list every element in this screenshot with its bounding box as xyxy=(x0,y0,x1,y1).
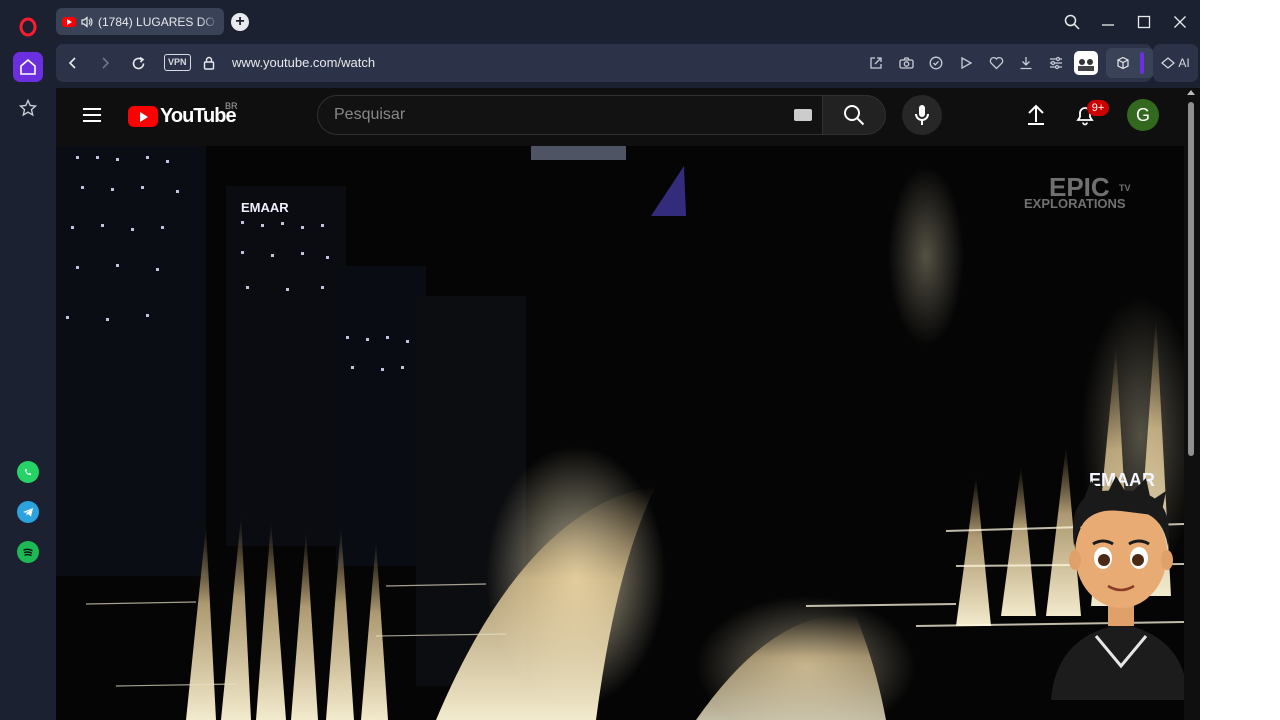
youtube-play-icon xyxy=(128,106,158,127)
aria-icon xyxy=(1161,57,1176,69)
tab-youtube[interactable]: (1784) LUGARES DO P xyxy=(56,8,224,35)
voice-search-button[interactable] xyxy=(902,95,942,135)
country-code: BR xyxy=(225,101,238,111)
address-bar: VPN www.youtube.com/watch xyxy=(56,44,1154,82)
opera-menu-icon[interactable] xyxy=(13,12,43,42)
spotify-icon[interactable] xyxy=(13,537,43,567)
youtube-favicon-icon xyxy=(62,16,76,27)
profile-extension-icon[interactable] xyxy=(1074,51,1098,75)
search-tabs-icon[interactable] xyxy=(1062,12,1082,32)
share-icon[interactable] xyxy=(867,54,885,72)
watermark-subtitle: EXPLORATIONS xyxy=(1024,196,1126,211)
url-field[interactable]: www.youtube.com/watch xyxy=(232,55,375,70)
easy-setup-icon[interactable] xyxy=(1047,54,1065,72)
desktop-background xyxy=(1200,0,1280,720)
page-scrollbar[interactable] xyxy=(1184,88,1200,720)
tab-bar: (1784) LUGARES DO P + xyxy=(56,0,1200,43)
search-input[interactable] xyxy=(334,106,774,124)
pinboard-icon[interactable] xyxy=(13,93,43,123)
speaker-icon[interactable] xyxy=(80,15,94,29)
player-icon[interactable] xyxy=(957,54,975,72)
heart-icon[interactable] xyxy=(987,54,1005,72)
building-sign-left: EMAAR xyxy=(241,200,289,215)
close-icon[interactable] xyxy=(1170,12,1190,32)
watermark-tv: TV xyxy=(1119,183,1131,193)
camera-icon[interactable] xyxy=(897,54,915,72)
search-icon xyxy=(844,105,865,126)
download-icon[interactable] xyxy=(1017,54,1035,72)
youtube-page: YouTube BR 9+ G xyxy=(56,88,1184,720)
new-tab-button[interactable]: + xyxy=(231,13,249,31)
aria-ai-button[interactable]: AI xyxy=(1153,44,1198,82)
back-icon[interactable] xyxy=(64,54,82,72)
lock-icon[interactable] xyxy=(200,54,218,72)
video-player[interactable]: EMAAR EMAAR EPIC TV EXPLORATIONS xyxy=(56,146,1184,720)
youtube-logo[interactable]: YouTube xyxy=(128,105,237,128)
scrollbar-thumb[interactable] xyxy=(1188,102,1194,456)
whatsapp-icon[interactable] xyxy=(13,457,43,487)
search-box xyxy=(317,95,823,135)
home-icon[interactable] xyxy=(13,52,43,82)
upload-icon[interactable] xyxy=(1024,103,1048,127)
browser-chrome: (1784) LUGARES DO P + VPN www.youtube.co… xyxy=(56,0,1200,88)
telegram-icon[interactable] xyxy=(13,497,43,527)
hamburger-menu-icon[interactable] xyxy=(82,106,102,124)
account-avatar[interactable]: G xyxy=(1127,99,1159,131)
ai-label: AI xyxy=(1178,56,1190,70)
notifications-badge: 9+ xyxy=(1087,100,1109,116)
scroll-up-arrow-icon[interactable] xyxy=(1187,90,1195,95)
reload-icon[interactable] xyxy=(129,54,147,72)
search-button[interactable] xyxy=(822,95,886,135)
keyboard-icon[interactable] xyxy=(794,109,812,121)
adblock-shield-icon[interactable] xyxy=(927,54,945,72)
browser-sidebar xyxy=(0,0,56,720)
active-extension-indicator xyxy=(1140,52,1144,74)
extensions-cube-icon[interactable] xyxy=(1114,54,1132,72)
video-frame: EMAAR EMAAR EPIC TV EXPLORATIONS xyxy=(56,146,1184,720)
microphone-icon xyxy=(915,105,929,125)
forward-icon[interactable] xyxy=(96,54,114,72)
minimize-icon[interactable] xyxy=(1098,12,1118,32)
vpn-badge[interactable]: VPN xyxy=(164,54,191,71)
tab-title: (1784) LUGARES DO P xyxy=(98,14,218,29)
maximize-icon[interactable] xyxy=(1134,12,1154,32)
youtube-masthead: YouTube BR 9+ G xyxy=(56,88,1184,144)
